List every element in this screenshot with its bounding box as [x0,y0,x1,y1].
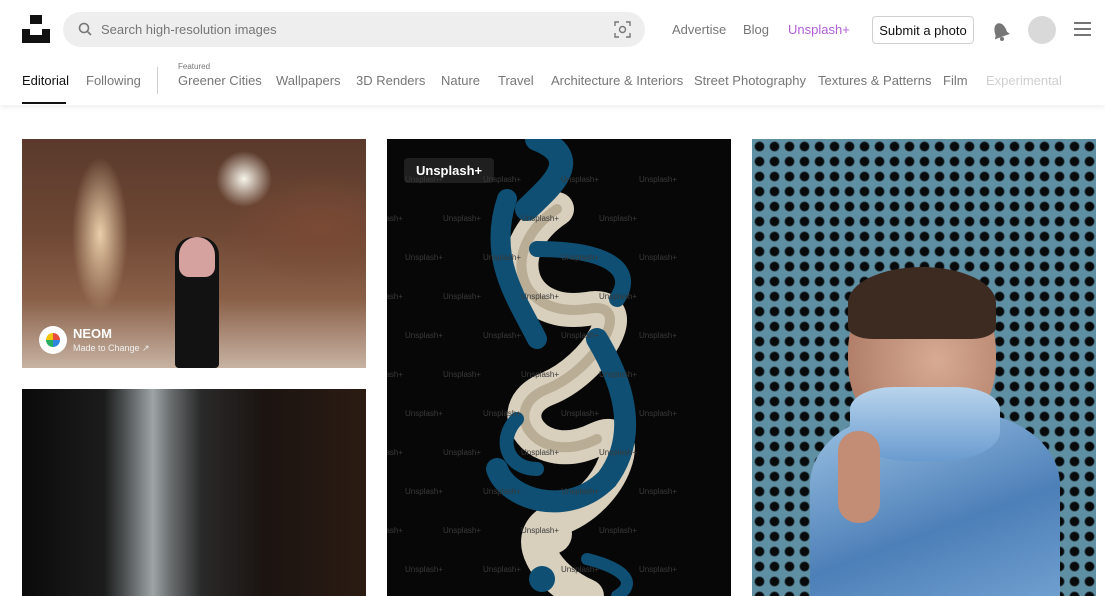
brand-tagline-link[interactable]: Made to Change ↗ [73,343,150,354]
watermark-text: Unsplash+ [521,526,560,535]
blog-link[interactable]: Blog [743,22,769,37]
portrait-hair [848,267,996,339]
search-icon[interactable] [78,22,92,36]
tab-textures-patterns[interactable]: Textures & Patterns [818,73,931,88]
watermark-text: Unsplash+ [521,370,560,379]
watermark-text: Unsplash+ [561,253,600,262]
watermark-text: Unsplash+ [599,526,638,535]
portrait-hand [838,431,880,523]
advertise-link[interactable]: Advertise [672,22,726,37]
top-navigation-bar: Advertise Blog Unsplash+ Submit a photo [0,0,1105,60]
tab-architecture-interiors[interactable]: Architecture & Interiors [551,73,683,88]
tab-nature[interactable]: Nature [441,73,480,88]
watermark-text: Unsplash+ [405,175,444,184]
brand-name[interactable]: NEOM [73,326,112,341]
photo-desert-canyon[interactable]: NEOM Made to Change ↗ [22,139,366,368]
watermark-text: Unsplash+ [483,253,522,262]
watermark-text: Unsplash+ [639,487,678,496]
unsplash-logo-icon[interactable] [22,15,50,43]
watermark-text: Unsplash+ [405,565,444,574]
search-bar[interactable] [63,12,645,47]
watermark-text: Unsplash+ [639,331,678,340]
watermark-text: Unsplash+ [599,370,638,379]
watermark-text: Unsplash+ [561,487,600,496]
tab-film[interactable]: Film [943,73,968,88]
watermark-text: Unsplash+ [521,448,560,457]
avatar[interactable] [1028,16,1056,44]
watermark-text: Unsplash+ [639,409,678,418]
neom-logo-icon[interactable] [39,326,67,354]
tab-3d-renders[interactable]: 3D Renders [356,73,425,88]
visual-search-icon[interactable] [614,21,631,38]
watermark-text: Unsplash+ [387,292,404,301]
active-tab-indicator [22,102,66,104]
watermark-text: Unsplash+ [561,175,600,184]
search-input[interactable] [101,12,601,47]
watermark-text: Unsplash+ [483,565,522,574]
tab-wallpapers[interactable]: Wallpapers [276,73,341,88]
watermark-text: Unsplash+ [443,214,482,223]
watermark-text: Unsplash+ [599,214,638,223]
watermark-text: Unsplash+ [561,409,600,418]
tabs-divider [157,67,158,94]
watermark-text: Unsplash+ [639,175,678,184]
watermark-text: Unsplash+ [405,331,444,340]
unsplash-plus-link[interactable]: Unsplash+ [788,22,850,37]
watermark-text: Unsplash+ [521,292,560,301]
watermark-text: Unsplash+ [387,214,404,223]
tab-following[interactable]: Following [86,73,141,88]
watermark-text: Unsplash+ [561,331,600,340]
watermark-text: Unsplash+ [521,214,560,223]
submit-photo-button[interactable]: Submit a photo [872,16,974,44]
watermark-text: Unsplash+ [483,409,522,418]
watermark-text: Unsplash+ [405,409,444,418]
watermark-text: Unsplash+ [443,526,482,535]
tab-greener-cities[interactable]: Greener Cities [178,73,262,88]
watermark-text: Unsplash+ [387,370,404,379]
bell-icon[interactable] [990,19,1010,41]
photo-abstract-paint[interactable]: Unsplash+ Unsplash+ Unsplash+ Unsplash+ Uns… [387,139,731,596]
tab-travel[interactable]: Travel [498,73,534,88]
photo-denim-portrait[interactable] [752,139,1096,596]
watermark-text: Unsplash+ [443,292,482,301]
tab-editorial[interactable]: Editorial [22,73,69,88]
watermark-text: Unsplash+ [561,565,600,574]
menu-icon[interactable] [1074,22,1091,36]
watermark-text: Unsplash+ [443,370,482,379]
topic-tabs: Editorial Following Featured Greener Cit… [0,60,1105,105]
watermark-text: Unsplash+ [405,253,444,262]
watermark-text: Unsplash+ [639,253,678,262]
featured-caption: Featured [178,62,211,71]
watermark-text: Unsplash+ [483,331,522,340]
watermark-text: Unsplash+ [599,448,638,457]
photo-subject-scarf [179,237,215,277]
watermark-text: Unsplash+ [483,175,522,184]
watermark-text: Unsplash+ [639,565,678,574]
watermark-text: Unsplash+ [443,448,482,457]
tab-experimental[interactable]: Experimental [986,73,1062,88]
photo-dark-window[interactable] [22,389,366,596]
watermark-text: Unsplash+ [483,487,522,496]
watermark-text: Unsplash+ [599,292,638,301]
tab-street-photography[interactable]: Street Photography [694,73,806,88]
watermark-text: Unsplash+ [405,487,444,496]
watermark-text: Unsplash+ [387,526,404,535]
watermark-text: Unsplash+ [387,448,404,457]
